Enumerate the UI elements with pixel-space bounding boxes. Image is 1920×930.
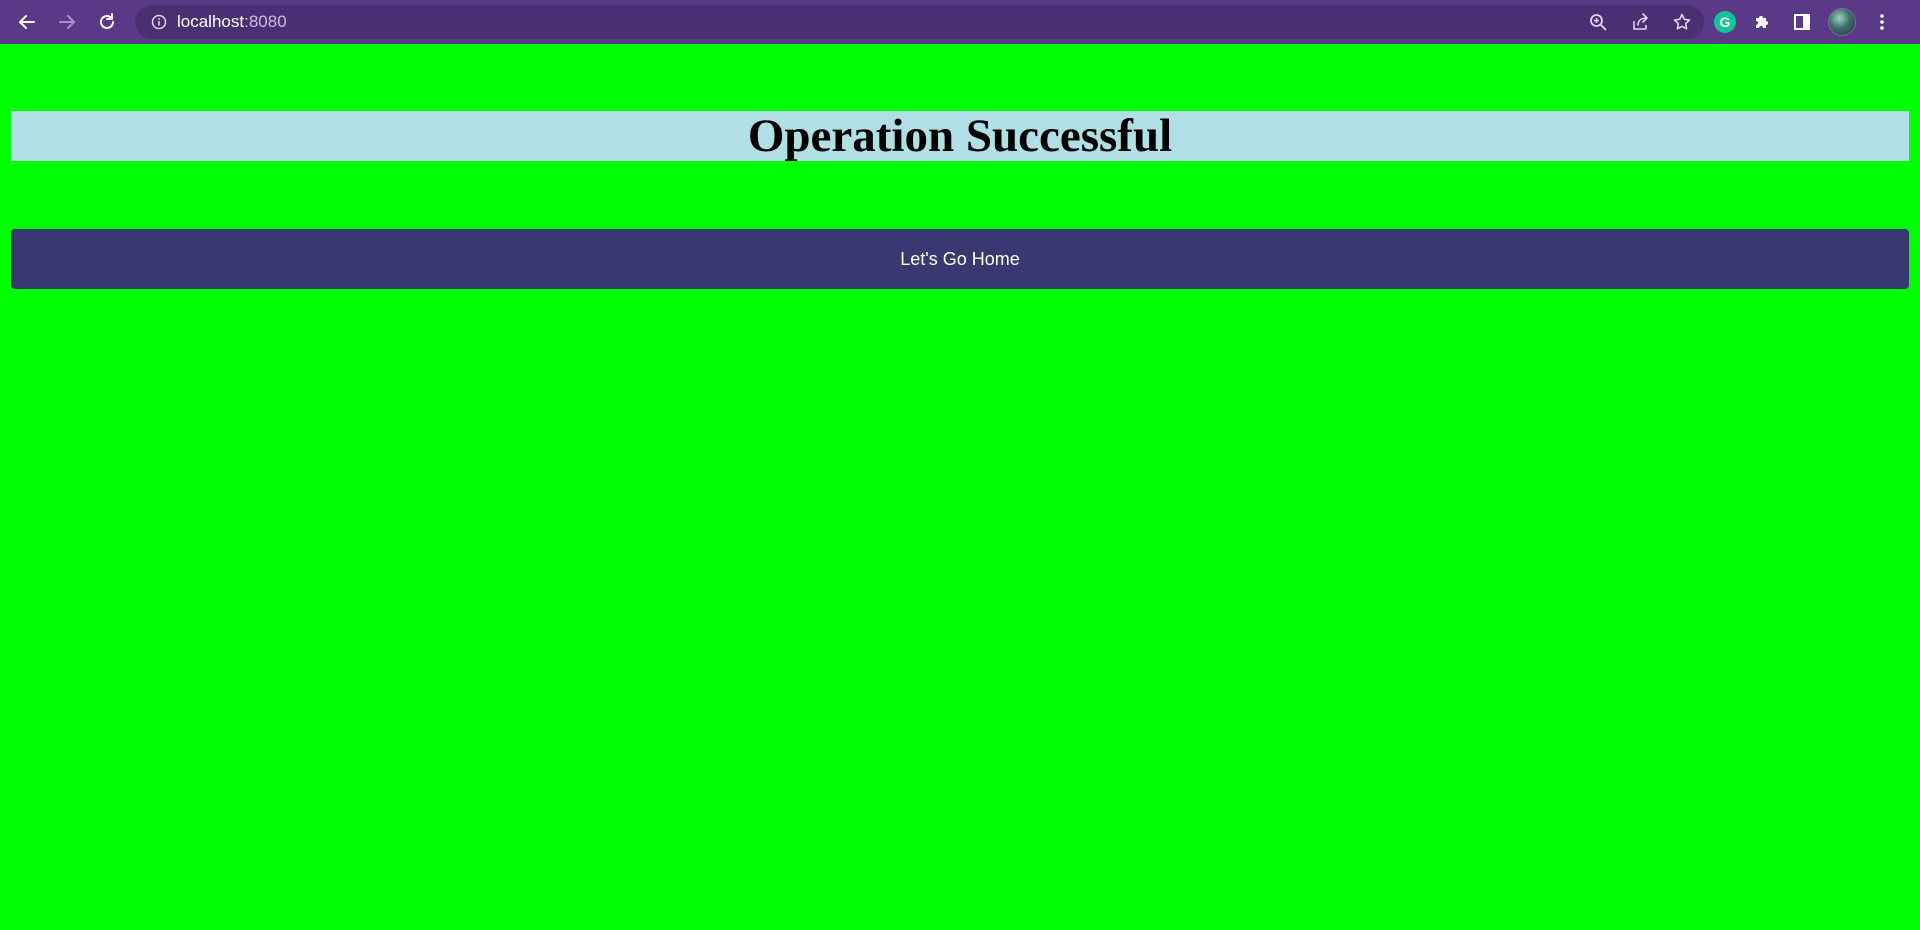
kebab-menu-icon[interactable] [1868,8,1896,36]
grammarly-icon[interactable]: G [1714,11,1736,33]
share-icon[interactable] [1628,10,1652,34]
url-host: localhost [177,12,245,31]
go-home-button[interactable]: Let's Go Home [11,229,1909,289]
omnibox-actions [1586,5,1694,39]
browser-toolbar: localhost:8080 G [0,0,1920,44]
reload-button[interactable] [87,2,127,42]
star-icon[interactable] [1670,10,1694,34]
avatar[interactable] [1828,8,1856,36]
url-text[interactable]: localhost:8080 [177,12,287,32]
puzzle-icon[interactable] [1748,8,1776,36]
arrow-left-icon [19,15,35,29]
page-content: Operation Successful Let's Go Home [0,44,1920,930]
success-banner: Operation Successful [11,111,1909,161]
page-title: Operation Successful [747,110,1173,162]
forward-button[interactable] [47,2,87,42]
reload-icon [100,13,114,29]
zoom-icon[interactable] [1586,10,1610,34]
info-icon[interactable] [149,12,169,32]
arrow-right-icon [59,15,75,29]
address-bar[interactable]: localhost:8080 [135,5,1704,39]
side-panel-icon[interactable] [1788,8,1816,36]
back-button[interactable] [7,2,47,42]
extensions-area: G [1714,0,1896,44]
url-port: :8080 [244,12,287,31]
